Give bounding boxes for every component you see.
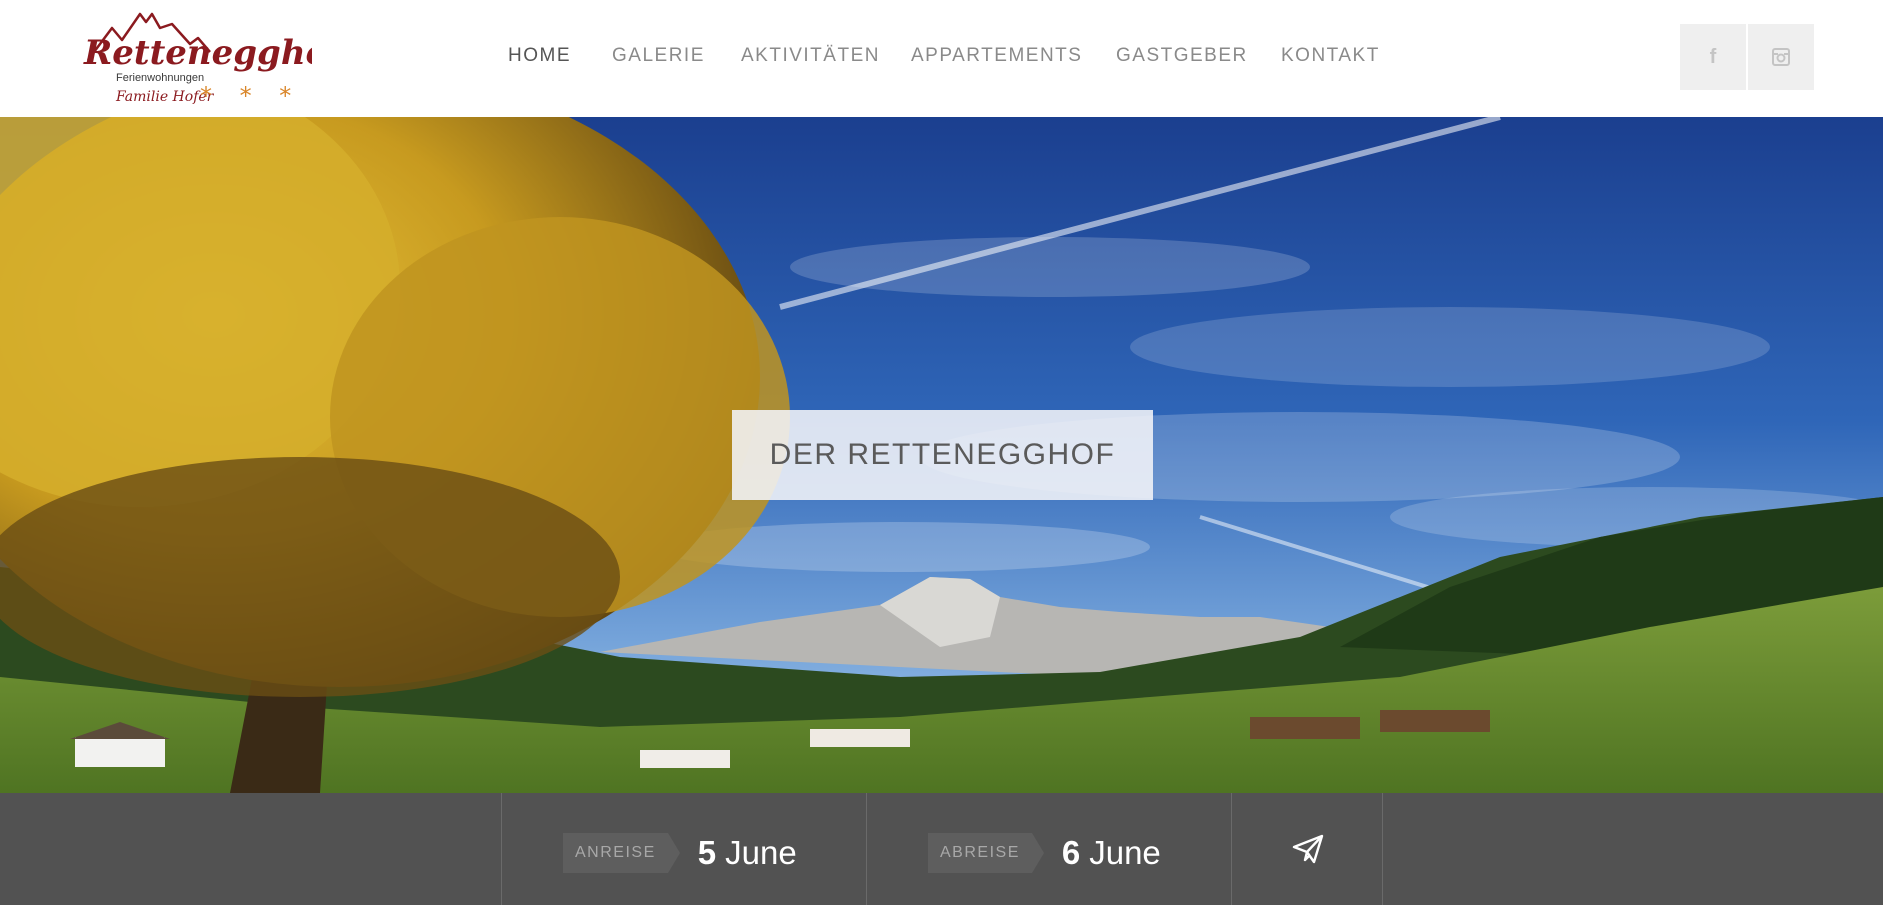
- arrival-day: 5: [697, 834, 717, 871]
- facebook-icon: f: [1709, 45, 1717, 68]
- site-logo[interactable]: Rettenegghof Ferienwohnungen Familie Hof…: [82, 8, 312, 112]
- paper-plane-icon: [1292, 834, 1323, 864]
- nav-home[interactable]: HOME: [508, 45, 571, 67]
- hero-title-box: DER RETTENEGGHOF: [732, 410, 1153, 500]
- logo-subtitle: Ferienwohnungen: [116, 72, 204, 84]
- nav-aktivitaeten[interactable]: AKTIVITÄTEN: [741, 45, 880, 67]
- departure-date-picker[interactable]: ABREISE 6 June: [928, 833, 1161, 873]
- instagram-button[interactable]: [1748, 24, 1814, 90]
- nav-gastgeber[interactable]: GASTGEBER: [1116, 45, 1248, 67]
- nav-appartements[interactable]: APPARTEMENTS: [911, 45, 1082, 67]
- booking-divider: [501, 793, 502, 905]
- booking-divider: [866, 793, 867, 905]
- departure-month: June: [1089, 834, 1161, 871]
- booking-bar: ANREISE 5 June ABREISE 6 June: [0, 793, 1883, 905]
- logo-wordmark: Rettenegghof: [83, 33, 312, 73]
- departure-label: ABREISE: [928, 833, 1044, 873]
- arrival-month: June: [725, 834, 797, 871]
- nav-kontakt[interactable]: KONTAKT: [1281, 45, 1380, 67]
- send-booking-button[interactable]: [1232, 793, 1383, 905]
- logo-stars: * * *: [200, 82, 301, 110]
- hero-title: DER RETTENEGGHOF: [769, 438, 1116, 471]
- departure-day: 6: [1061, 834, 1081, 871]
- nav-galerie[interactable]: GALERIE: [612, 45, 705, 67]
- hero-banner: DER RETTENEGGHOF: [0, 117, 1883, 793]
- site-header: Rettenegghof Ferienwohnungen Familie Hof…: [0, 0, 1883, 117]
- arrival-label: ANREISE: [563, 833, 680, 873]
- arrival-date-picker[interactable]: ANREISE 5 June: [563, 833, 797, 873]
- facebook-button[interactable]: f: [1680, 24, 1746, 90]
- instagram-icon: [1772, 48, 1790, 66]
